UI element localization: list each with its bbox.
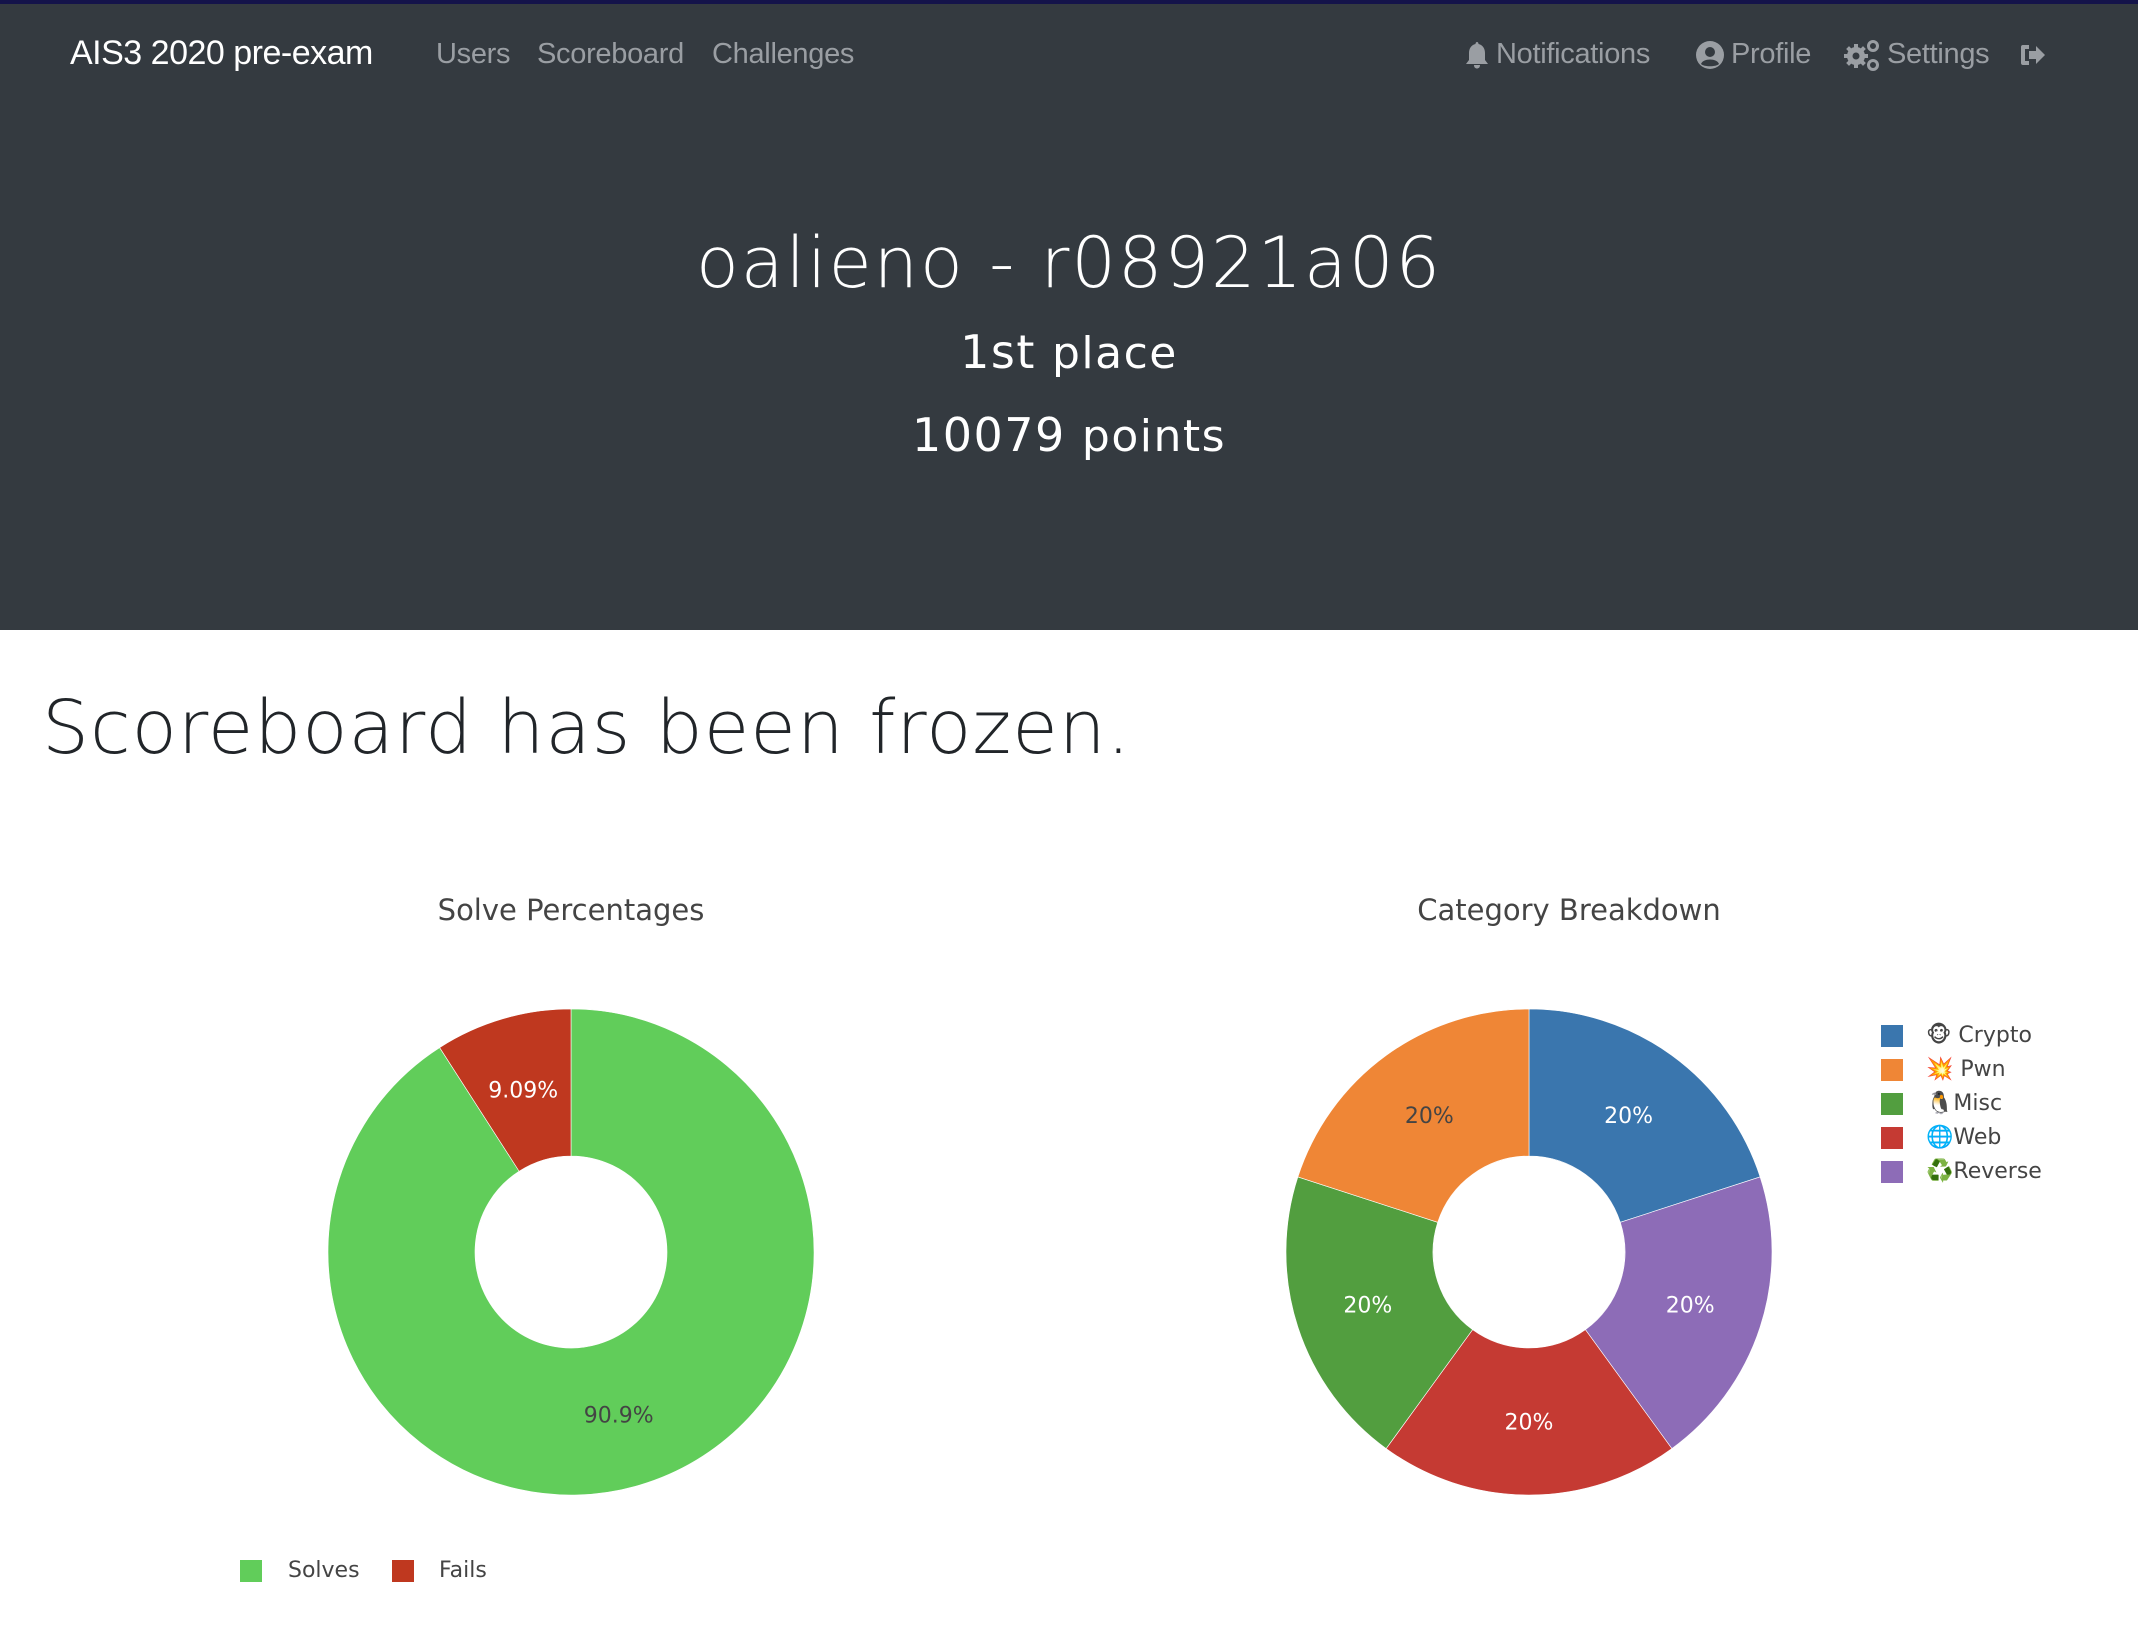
- category-data-label: 20%: [1666, 1293, 1715, 1318]
- legend-reverse-label[interactable]: ♻️Reverse: [1926, 1159, 2042, 1184]
- category-data-label: 20%: [1405, 1104, 1454, 1129]
- category-data-label: 20%: [1604, 1104, 1653, 1129]
- legend-fails-label[interactable]: Fails: [439, 1558, 487, 1583]
- legend-web-label[interactable]: 🌐Web: [1926, 1125, 2001, 1150]
- legend-misc-swatch[interactable]: [1881, 1093, 1903, 1115]
- legend-reverse-swatch[interactable]: [1881, 1161, 1903, 1183]
- category-data-label: 20%: [1343, 1293, 1392, 1318]
- category-data-label: 20%: [1505, 1411, 1554, 1436]
- legend-solves-swatch[interactable]: [240, 1560, 262, 1582]
- legend-fails-swatch[interactable]: [392, 1560, 414, 1582]
- legend-pwn-label[interactable]: 💥 Pwn: [1926, 1057, 2006, 1082]
- legend-misc-label[interactable]: 🐧Misc: [1926, 1091, 2002, 1116]
- legend-web-swatch[interactable]: [1881, 1127, 1903, 1149]
- solve-data-label: 90.9%: [584, 1404, 654, 1429]
- legend-crypto-label[interactable]: 🐵 Crypto: [1926, 1023, 2032, 1048]
- legend-pwn-swatch[interactable]: [1881, 1059, 1903, 1081]
- legend-solves-label[interactable]: Solves: [288, 1558, 360, 1583]
- legend-crypto-swatch[interactable]: [1881, 1025, 1903, 1047]
- solve-data-label: 9.09%: [488, 1078, 558, 1103]
- charts-canvas: 90.9% 9.09% 20% 20% 20% 20% 20%: [327, 1008, 1773, 1496]
